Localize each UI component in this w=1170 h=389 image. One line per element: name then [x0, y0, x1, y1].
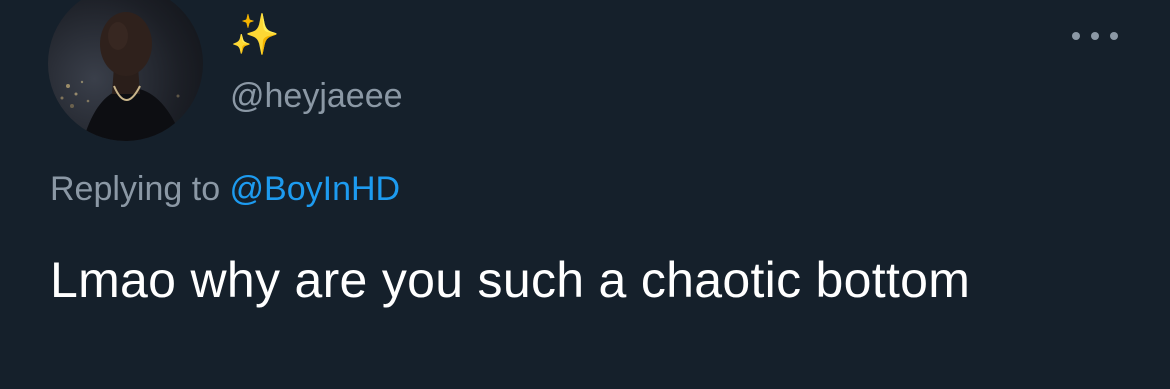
more-dot [1110, 32, 1118, 40]
reply-context: Replying to @BoyInHD [50, 166, 400, 212]
tweet[interactable]: ✨ @heyjaeee Replying to @BoyInHD Lmao wh… [0, 0, 1170, 389]
author-display-name[interactable]: ✨ [230, 10, 280, 60]
more-dot [1072, 32, 1080, 40]
more-horizontal-icon[interactable] [1072, 26, 1118, 46]
author-handle[interactable]: @heyjaeee [230, 74, 403, 118]
avatar[interactable] [48, 0, 203, 141]
more-dot [1091, 32, 1099, 40]
avatar-photo [60, 12, 183, 141]
tweet-text: Lmao why are you such a chaotic bottom [50, 252, 971, 308]
reply-prefix: Replying to [50, 170, 230, 208]
reply-mention-link[interactable]: @BoyInHD [230, 170, 401, 208]
